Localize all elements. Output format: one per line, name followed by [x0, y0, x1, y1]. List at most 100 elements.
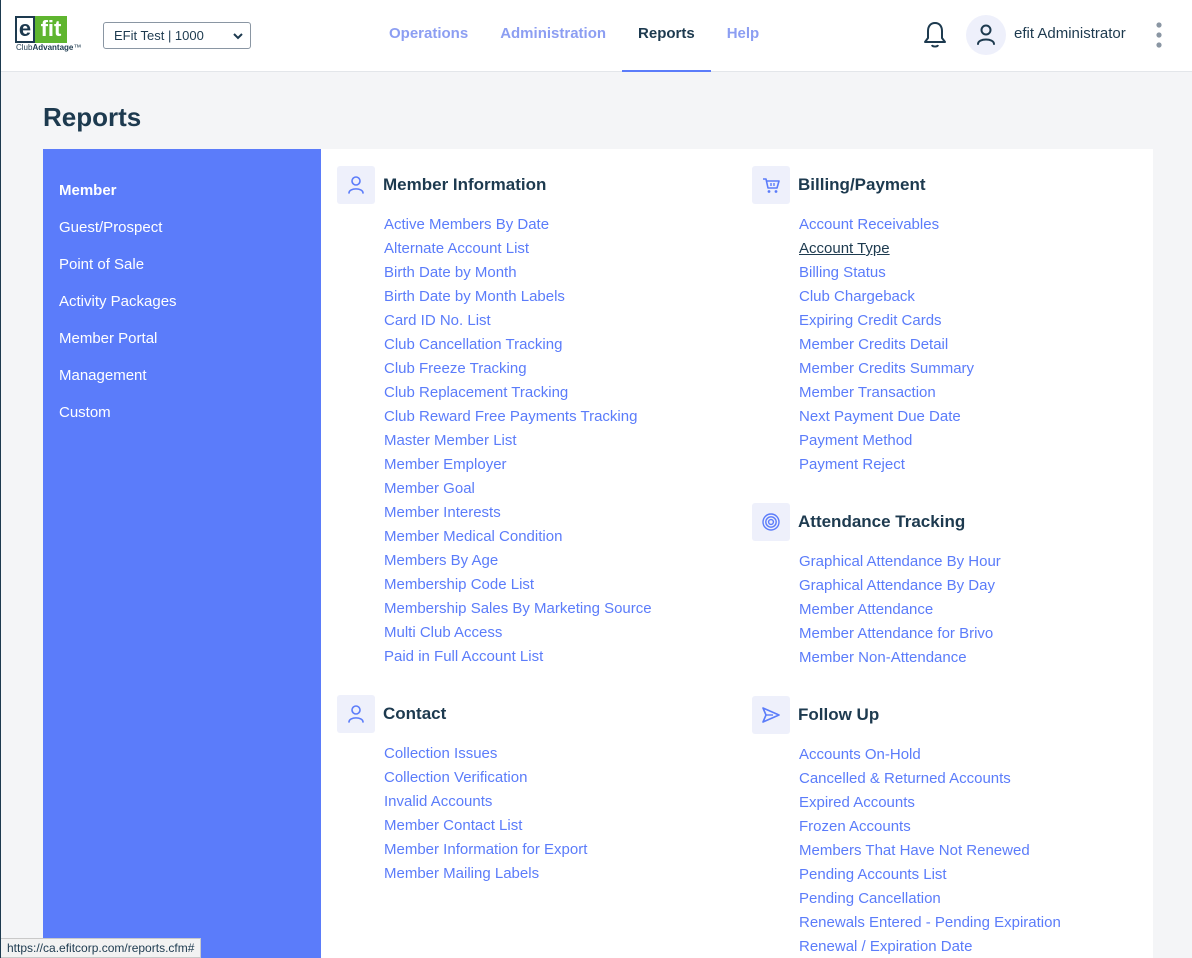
- efit-logo[interactable]: e fit ClubAdvantage™: [15, 16, 91, 56]
- report-link[interactable]: Member Contact List: [384, 817, 522, 834]
- report-link[interactable]: Graphical Attendance By Day: [799, 577, 995, 594]
- report-link-list: Account Receivables Account Type Billing…: [799, 213, 974, 477]
- nav-help[interactable]: Help: [711, 0, 776, 72]
- report-link[interactable]: Member Non-Attendance: [799, 649, 967, 666]
- report-link[interactable]: Club Chargeback: [799, 288, 915, 305]
- report-link[interactable]: Card ID No. List: [384, 312, 491, 329]
- report-link[interactable]: Renewal / Expiration Date: [799, 938, 972, 955]
- reports-sidebar: Member Guest/Prospect Point of Sale Acti…: [43, 149, 321, 958]
- report-link[interactable]: Paid in Full Account List: [384, 648, 543, 665]
- send-icon: [762, 706, 780, 723]
- report-link[interactable]: Members By Age: [384, 552, 498, 569]
- main-nav: Operations Administration Reports Help: [373, 0, 775, 72]
- report-link-list: Graphical Attendance By Hour Graphical A…: [799, 550, 1001, 670]
- report-link[interactable]: Payment Reject: [799, 456, 905, 473]
- report-link[interactable]: Member Employer: [384, 456, 507, 473]
- report-link[interactable]: Graphical Attendance By Hour: [799, 553, 1001, 570]
- report-link[interactable]: Membership Code List: [384, 576, 534, 593]
- reports-content: Member Information Active Members By Dat…: [321, 149, 1153, 958]
- logo-fit: fit: [35, 16, 67, 43]
- report-link[interactable]: Member Information for Export: [384, 841, 587, 858]
- section-title: Billing/Payment: [798, 174, 926, 194]
- sidebar-item-custom[interactable]: Custom: [43, 394, 321, 431]
- report-link-hovered[interactable]: Account Type: [799, 240, 890, 257]
- report-link[interactable]: Expired Accounts: [799, 794, 915, 811]
- section-contact: Contact Collection Issues Collection Ver…: [337, 694, 587, 886]
- club-select-value: EFit Test | 1000: [114, 28, 204, 43]
- report-link[interactable]: Member Transaction: [799, 384, 936, 401]
- sidebar-item-management[interactable]: Management: [43, 357, 321, 394]
- top-bar: e fit ClubAdvantage™ EFit Test | 1000 Op…: [1, 0, 1192, 72]
- logo-subtitle: ClubAdvantage™: [16, 43, 81, 52]
- sidebar-item-activity-packages[interactable]: Activity Packages: [43, 283, 321, 320]
- section-attendance-tracking: Attendance Tracking Graphical Attendance…: [752, 502, 1001, 670]
- avatar[interactable]: [966, 15, 1006, 55]
- club-select[interactable]: EFit Test | 1000: [103, 22, 251, 49]
- report-link[interactable]: Renewals Entered - Pending Expiration: [799, 914, 1061, 931]
- report-link[interactable]: Member Mailing Labels: [384, 865, 539, 882]
- report-link[interactable]: Member Interests: [384, 504, 501, 521]
- report-link[interactable]: Frozen Accounts: [799, 818, 911, 835]
- sidebar-item-member[interactable]: Member: [43, 172, 321, 209]
- user-name[interactable]: efit Administrator: [1014, 25, 1126, 42]
- target-icon: [762, 512, 780, 531]
- logo-e: e: [15, 16, 35, 43]
- report-link[interactable]: Member Credits Summary: [799, 360, 974, 377]
- report-link[interactable]: Invalid Accounts: [384, 793, 492, 810]
- report-link[interactable]: Member Medical Condition: [384, 528, 562, 545]
- report-link[interactable]: Master Member List: [384, 432, 517, 449]
- report-link[interactable]: Club Reward Free Payments Tracking: [384, 408, 637, 425]
- report-link[interactable]: Member Credits Detail: [799, 336, 948, 353]
- report-link[interactable]: Next Payment Due Date: [799, 408, 961, 425]
- section-title: Member Information: [383, 174, 547, 194]
- report-link-list: Active Members By Date Alternate Account…: [384, 213, 652, 669]
- section-title: Follow Up: [798, 704, 880, 724]
- sidebar-item-member-portal[interactable]: Member Portal: [43, 320, 321, 357]
- report-link[interactable]: Multi Club Access: [384, 624, 502, 641]
- report-link[interactable]: Club Replacement Tracking: [384, 384, 568, 401]
- report-link[interactable]: Payment Method: [799, 432, 912, 449]
- report-link[interactable]: Club Freeze Tracking: [384, 360, 527, 377]
- report-link[interactable]: Expiring Credit Cards: [799, 312, 942, 329]
- nav-operations[interactable]: Operations: [373, 0, 484, 72]
- report-link[interactable]: Account Receivables: [799, 216, 939, 233]
- sidebar-item-guest-prospect[interactable]: Guest/Prospect: [43, 209, 321, 246]
- nav-administration[interactable]: Administration: [484, 0, 622, 72]
- report-link[interactable]: Alternate Account List: [384, 240, 529, 257]
- report-link[interactable]: Active Members By Date: [384, 216, 549, 233]
- report-link[interactable]: Member Goal: [384, 480, 475, 497]
- report-link[interactable]: Collection Issues: [384, 745, 497, 762]
- section-icon-box: [752, 502, 790, 541]
- report-link[interactable]: Pending Cancellation: [799, 890, 941, 907]
- section-billing-payment: Billing/Payment Account Receivables Acco…: [752, 165, 974, 477]
- browser-status-bar: https://ca.efitcorp.com/reports.cfm#: [1, 938, 202, 958]
- person-icon: [348, 175, 364, 194]
- report-link[interactable]: Member Attendance for Brivo: [799, 625, 993, 642]
- report-link-list: Collection Issues Collection Verificatio…: [384, 742, 587, 886]
- report-link[interactable]: Pending Accounts List: [799, 866, 947, 883]
- report-link[interactable]: Club Cancellation Tracking: [384, 336, 562, 353]
- section-member-information: Member Information Active Members By Dat…: [337, 165, 652, 669]
- logo-mark: e fit: [15, 16, 67, 43]
- sidebar-item-point-of-sale[interactable]: Point of Sale: [43, 246, 321, 283]
- section-icon-box: [752, 695, 790, 734]
- report-link[interactable]: Birth Date by Month: [384, 264, 517, 281]
- section-icon-box: [337, 694, 375, 733]
- more-vertical-icon[interactable]: [1151, 20, 1167, 50]
- report-link-list: Accounts On-Hold Cancelled & Returned Ac…: [799, 743, 1061, 958]
- section-icon-box: [752, 165, 790, 204]
- report-link[interactable]: Birth Date by Month Labels: [384, 288, 565, 305]
- report-link[interactable]: Member Attendance: [799, 601, 933, 618]
- user-icon: [977, 24, 995, 45]
- logo-sub-bold: Advantage: [32, 43, 74, 52]
- report-link[interactable]: Billing Status: [799, 264, 886, 281]
- report-link[interactable]: Members That Have Not Renewed: [799, 842, 1030, 859]
- chevron-down-icon: [233, 33, 243, 40]
- report-link[interactable]: Collection Verification: [384, 769, 527, 786]
- section-title: Contact: [383, 703, 447, 723]
- report-link[interactable]: Accounts On-Hold: [799, 746, 921, 763]
- bell-icon[interactable]: [921, 20, 949, 50]
- report-link[interactable]: Cancelled & Returned Accounts: [799, 770, 1011, 787]
- report-link[interactable]: Membership Sales By Marketing Source: [384, 600, 652, 617]
- nav-reports[interactable]: Reports: [622, 0, 711, 72]
